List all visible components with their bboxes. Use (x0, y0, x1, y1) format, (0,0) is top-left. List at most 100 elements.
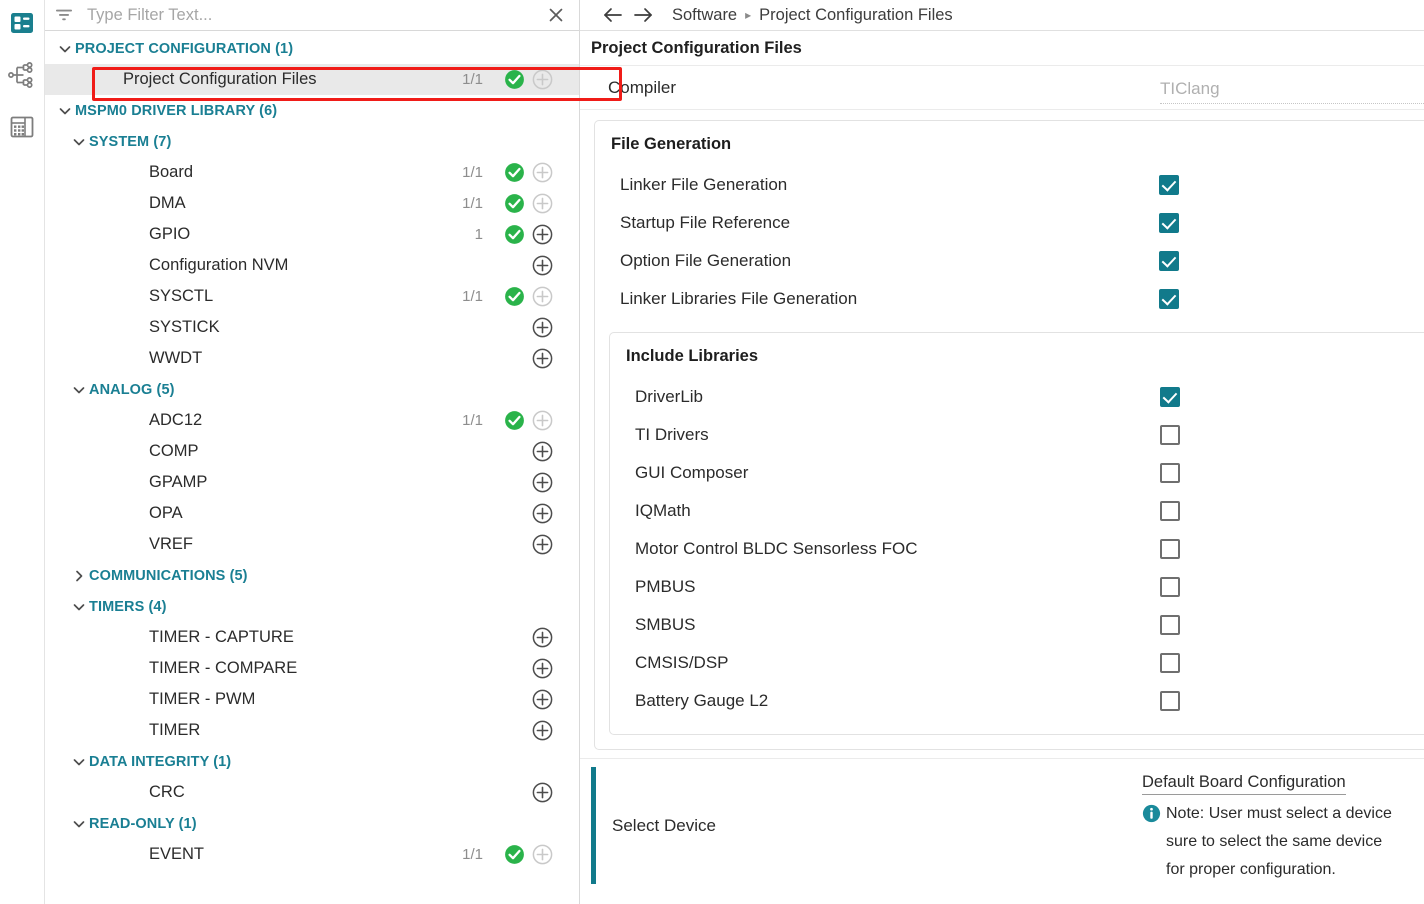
tree-item-timer-capture[interactable]: TIMER - CAPTURE (45, 622, 579, 653)
chevron-right-icon[interactable] (69, 569, 89, 583)
option-row-linker-file-generation[interactable]: Linker File Generation (595, 166, 1424, 204)
tree-item-configuration-nvm[interactable]: Configuration NVM (45, 250, 579, 281)
tree-item-dma[interactable]: DMA 1/1 (45, 188, 579, 219)
chevron-down-icon[interactable] (69, 383, 89, 397)
tree-item-opa[interactable]: OPA (45, 498, 579, 529)
tree-item-vref[interactable]: VREF (45, 529, 579, 560)
tree-item-timer-compare[interactable]: TIMER - COMPARE (45, 653, 579, 684)
add-module-icon[interactable] (532, 224, 553, 245)
tree-group-communications[interactable]: COMMUNICATIONS (5) (45, 560, 579, 591)
option-row-startup-file-reference[interactable]: Startup File Reference (595, 204, 1424, 242)
tree-item-crc[interactable]: CRC (45, 777, 579, 808)
chevron-down-icon[interactable] (69, 135, 89, 149)
checkbox-driverlib[interactable] (1160, 387, 1180, 407)
tree-group-read-only[interactable]: READ-ONLY (1) (45, 808, 579, 839)
option-label: Motor Control BLDC Sensorless FOC (635, 539, 918, 558)
filter-input[interactable] (75, 4, 543, 26)
tree-item-gpamp[interactable]: GPAMP (45, 467, 579, 498)
add-module-icon[interactable] (532, 441, 553, 462)
compiler-label: Compiler (608, 77, 677, 97)
option-row-option-file-generation[interactable]: Option File Generation (595, 242, 1424, 280)
breadcrumb-item-software[interactable]: Software (672, 6, 737, 25)
breadcrumb-separator-icon: ▸ (745, 8, 752, 22)
option-row-cmsis-dsp[interactable]: CMSIS/DSP (610, 644, 1424, 682)
add-module-icon[interactable] (532, 627, 553, 648)
add-module-icon[interactable] (532, 534, 553, 555)
checkbox-gui-composer[interactable] (1160, 463, 1180, 483)
register-table-icon[interactable] (5, 110, 39, 144)
checkbox-motor-control-bldc-sensorless-foc[interactable] (1160, 539, 1180, 559)
checkbox-cmsis-dsp[interactable] (1160, 653, 1180, 673)
arrow-left-icon[interactable] (598, 2, 628, 28)
checkbox-linker-file-generation[interactable] (1159, 175, 1179, 195)
tree-group-timers[interactable]: TIMERS (4) (45, 591, 579, 622)
add-module-icon[interactable] (532, 348, 553, 369)
tree-item-wwdt[interactable]: WWDT (45, 343, 579, 374)
tree-group-mspm0-driver-library[interactable]: MSPM0 DRIVER LIBRARY (6) (45, 95, 579, 126)
option-row-iqmath[interactable]: IQMath (610, 492, 1424, 530)
option-label: Option File Generation (620, 251, 792, 270)
arrow-right-icon[interactable] (628, 2, 658, 28)
add-module-icon[interactable] (532, 503, 553, 524)
option-label: TI Drivers (635, 425, 709, 444)
filter-icon[interactable] (53, 5, 75, 25)
tree-group-analog[interactable]: ANALOG (5) (45, 374, 579, 405)
node-graph-icon[interactable] (5, 58, 39, 92)
option-row-motor-control-bldc-sensorless-foc[interactable]: Motor Control BLDC Sensorless FOC (610, 530, 1424, 568)
option-row-linker-libraries-file-generation[interactable]: Linker Libraries File Generation (595, 280, 1424, 318)
option-row-battery-gauge-l2[interactable]: Battery Gauge L2 (610, 682, 1424, 720)
tree-item-adc12[interactable]: ADC12 1/1 (45, 405, 579, 436)
checkbox-ti-drivers[interactable] (1160, 425, 1180, 445)
checkbox-linker-libraries-file-generation[interactable] (1159, 289, 1179, 309)
tree-group-project-configuration[interactable]: PROJECT CONFIGURATION (1) (45, 33, 579, 64)
tree-group-label: TIMERS (4) (89, 598, 167, 615)
add-module-icon (532, 410, 553, 431)
tree-item-project-configuration-files[interactable]: Project Configuration Files 1/1 (45, 64, 579, 95)
add-module-icon[interactable] (532, 689, 553, 710)
compiler-value[interactable]: TIClang (1160, 79, 1424, 104)
tree-group-data-integrity[interactable]: DATA INTEGRITY (1) (45, 746, 579, 777)
tree-item-gpio[interactable]: GPIO 1 (45, 219, 579, 250)
structure-view-icon[interactable] (5, 6, 39, 40)
checkbox-option-file-generation[interactable] (1159, 251, 1179, 271)
option-row-pmbus[interactable]: PMBUS (610, 568, 1424, 606)
tree-item-board[interactable]: Board 1/1 (45, 157, 579, 188)
tree-item-icons (491, 441, 553, 462)
tree-group-label: COMMUNICATIONS (5) (89, 567, 248, 584)
option-row-ti-drivers[interactable]: TI Drivers (610, 416, 1424, 454)
tree-item-label: Board (149, 163, 194, 181)
chevron-down-icon[interactable] (55, 104, 75, 118)
tree-item-systick[interactable]: SYSTICK (45, 312, 579, 343)
checkbox-iqmath[interactable] (1160, 501, 1180, 521)
tree-item-label: Configuration NVM (149, 256, 289, 274)
checkbox-pmbus[interactable] (1160, 577, 1180, 597)
chevron-down-icon[interactable] (69, 600, 89, 614)
option-row-driverlib[interactable]: DriverLib (610, 378, 1424, 416)
tree-item-event[interactable]: EVENT 1/1 (45, 839, 579, 870)
add-module-icon[interactable] (532, 720, 553, 741)
option-label: DriverLib (635, 387, 704, 406)
tree-item-timer-pwm[interactable]: TIMER - PWM (45, 684, 579, 715)
add-module-icon[interactable] (532, 658, 553, 679)
tree-item-comp[interactable]: COMP (45, 436, 579, 467)
close-icon[interactable] (543, 2, 569, 28)
chevron-down-icon[interactable] (69, 817, 89, 831)
add-module-icon[interactable] (532, 782, 553, 803)
chevron-down-icon[interactable] (55, 42, 75, 56)
checkbox-startup-file-reference[interactable] (1159, 213, 1179, 233)
checkbox-battery-gauge-l2[interactable] (1160, 691, 1180, 711)
chevron-down-icon[interactable] (69, 755, 89, 769)
option-row-smbus[interactable]: SMBUS (610, 606, 1424, 644)
add-module-icon[interactable] (532, 255, 553, 276)
tree-item-timer[interactable]: TIMER (45, 715, 579, 746)
breadcrumb-item-current[interactable]: Project Configuration Files (759, 6, 953, 25)
tree-item-icons (491, 503, 553, 524)
tree-group-system[interactable]: SYSTEM (7) (45, 126, 579, 157)
module-tree[interactable]: PROJECT CONFIGURATION (1) Project Configu… (45, 31, 579, 904)
add-module-icon[interactable] (532, 317, 553, 338)
tree-item-sysctl[interactable]: SYSCTL 1/1 (45, 281, 579, 312)
option-row-gui-composer[interactable]: GUI Composer (610, 454, 1424, 492)
add-module-icon[interactable] (532, 472, 553, 493)
checkbox-smbus[interactable] (1160, 615, 1180, 635)
tree-item-icons (491, 534, 553, 555)
